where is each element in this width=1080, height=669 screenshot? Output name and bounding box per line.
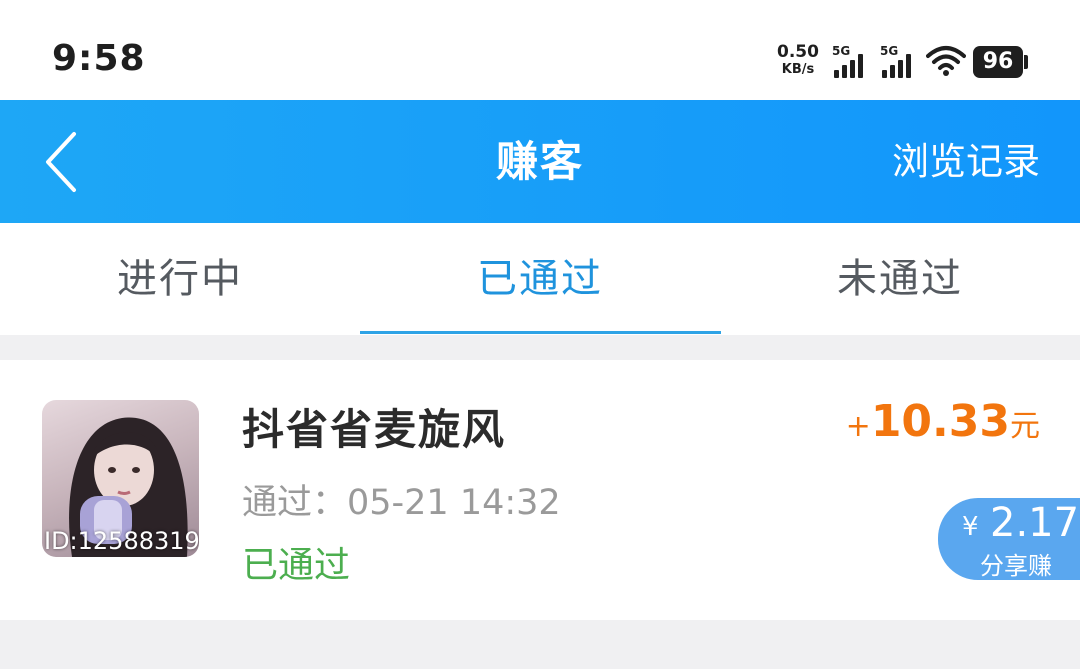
- reward-value: 10.33: [870, 396, 1010, 447]
- net-speed-unit: KB/s: [781, 62, 815, 77]
- battery-tip: [1024, 55, 1028, 69]
- tab-approved[interactable]: 已通过: [360, 223, 720, 335]
- avatar: ID:12588319: [42, 400, 199, 557]
- net-speed: 0.50 KB/s: [776, 44, 820, 78]
- pass-time: 通过：05-21 14:32: [242, 483, 561, 523]
- list-item[interactable]: ID:12588319 抖省省麦旋风 通过：05-21 14:32 已通过 +1…: [0, 360, 1080, 620]
- reward-sign: +: [845, 409, 871, 444]
- signal-sim1-icon: 5G: [832, 44, 872, 78]
- active-tab-indicator: [360, 331, 721, 334]
- item-title: 抖省省麦旋风: [242, 405, 507, 454]
- sim1-label: 5G: [832, 44, 851, 58]
- status-label: 已通过: [242, 545, 351, 586]
- signal-sim2-icon: 5G: [880, 44, 920, 78]
- tab-rejected[interactable]: 未通过: [720, 223, 1080, 335]
- app-header: 赚客 浏览记录: [0, 100, 1080, 223]
- status-bar: 9:58 0.50 KB/s 5G 5G 96: [0, 0, 1080, 100]
- share-amount: 2.17: [990, 500, 1080, 546]
- back-button[interactable]: [40, 130, 90, 194]
- chevron-left-icon: [46, 132, 76, 192]
- wifi-icon: [926, 44, 966, 78]
- status-time: 9:58: [52, 38, 146, 79]
- share-currency: ¥: [962, 512, 979, 542]
- battery-icon: 96: [973, 46, 1023, 78]
- avatar-id-label: ID:12588319: [44, 527, 199, 555]
- status-tabs: 进行中 已通过 未通过: [0, 223, 1080, 335]
- browse-history-button[interactable]: 浏览记录: [892, 100, 1040, 223]
- tab-in-progress[interactable]: 进行中: [0, 223, 360, 335]
- sim2-label: 5G: [880, 44, 899, 58]
- share-label: 分享赚: [980, 552, 1052, 580]
- reward-unit: 元: [1010, 409, 1040, 444]
- net-speed-value: 0.50: [777, 42, 819, 62]
- reward-amount: +10.33元: [846, 396, 1040, 447]
- share-earn-button[interactable]: ¥ 2.17 分享赚: [938, 498, 1080, 580]
